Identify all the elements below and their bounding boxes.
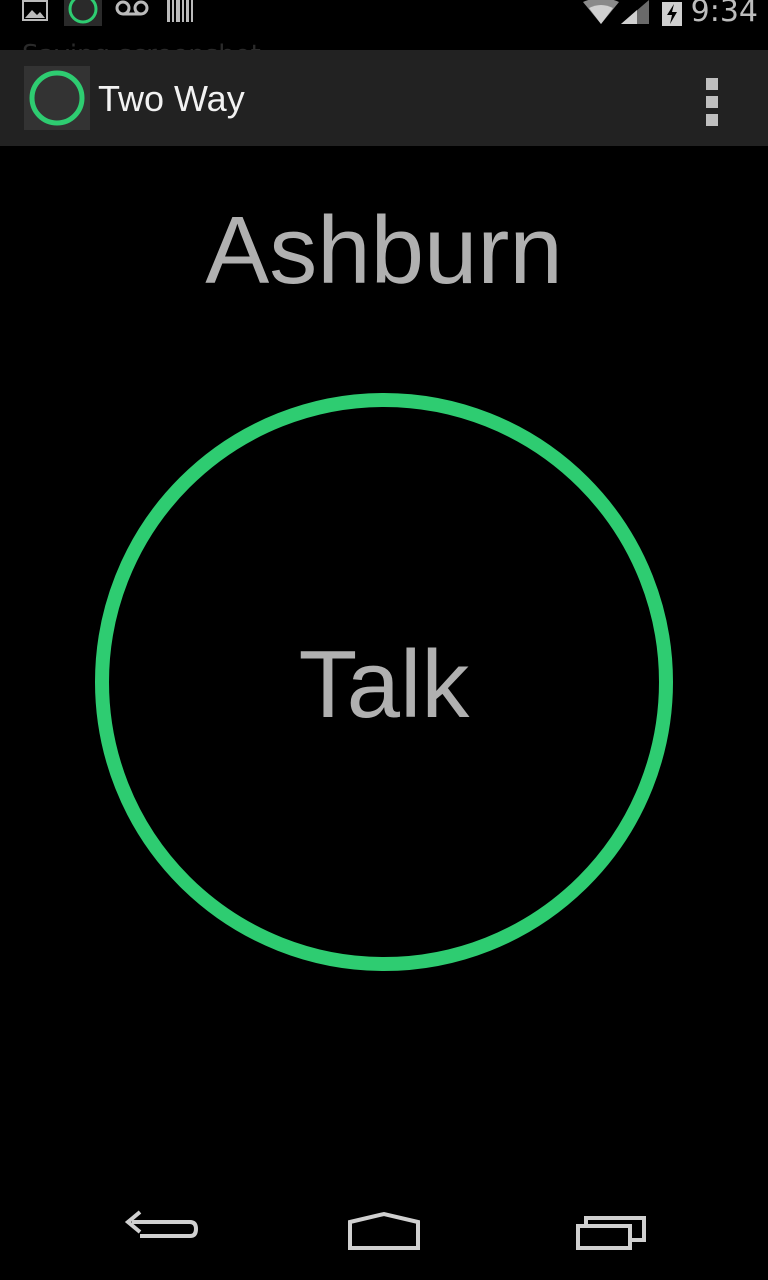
clock: 9:34 — [690, 0, 758, 29]
overflow-menu-dot — [706, 114, 718, 126]
overflow-menu-icon — [706, 78, 718, 90]
recent-apps-icon[interactable] — [560, 1198, 660, 1268]
status-bar: Saving screenshot... 9:34 — [0, 0, 768, 50]
voicemail-icon — [115, 0, 149, 16]
app-icon[interactable] — [24, 66, 90, 130]
overflow-menu-button[interactable] — [696, 70, 728, 126]
talk-button[interactable]: Talk — [95, 393, 673, 971]
app-title: Two Way — [98, 78, 245, 119]
wifi-icon — [582, 0, 619, 24]
navigation-bar — [0, 1184, 768, 1280]
barcode-icon — [167, 0, 193, 22]
talk-label: Talk — [298, 631, 470, 738]
location-label: Ashburn — [205, 197, 563, 304]
image-icon — [22, 0, 48, 21]
cell-signal-icon — [620, 0, 649, 24]
app-ring-icon — [64, 0, 102, 26]
battery-charging-icon — [661, 2, 682, 26]
back-icon[interactable] — [110, 1198, 210, 1268]
action-bar: Two Way — [0, 50, 768, 146]
app-ring-icon — [29, 70, 85, 126]
overflow-menu-dot — [706, 96, 718, 108]
notification-ticker-text: Saving screenshot... — [22, 40, 286, 50]
home-icon[interactable] — [334, 1198, 434, 1268]
